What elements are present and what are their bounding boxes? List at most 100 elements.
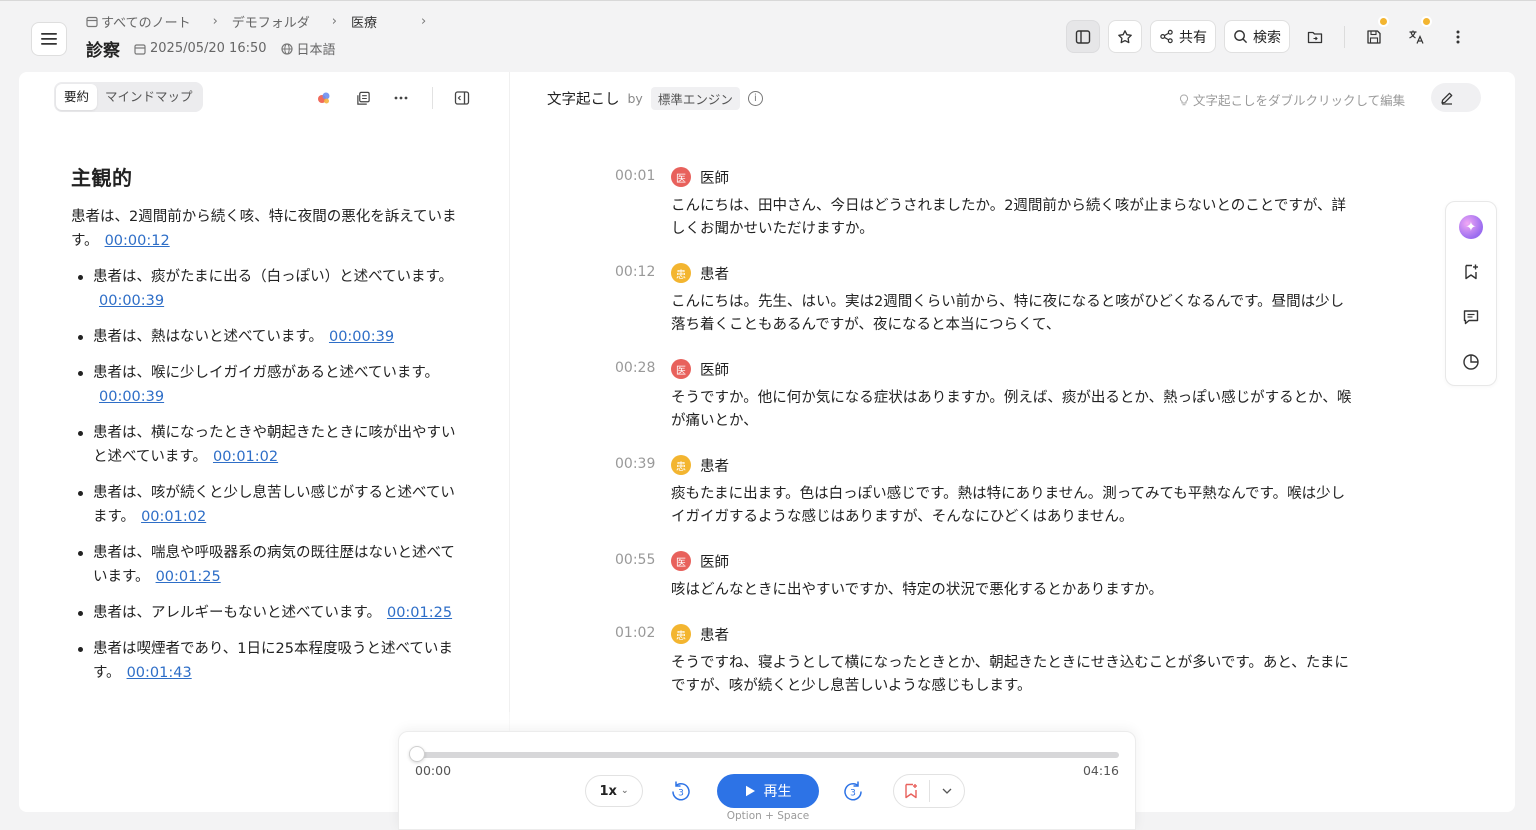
timestamp-link[interactable]: 00:01:25 <box>387 605 452 621</box>
info-icon[interactable]: i <box>747 91 763 106</box>
skip-back-button[interactable]: 3 <box>669 779 693 803</box>
speed-selector[interactable]: 1x ⌄ <box>585 775 643 807</box>
ai-assistant-button[interactable]: ✦ <box>1459 215 1483 239</box>
page-title[interactable]: 診察 <box>86 36 120 61</box>
chevron-right-icon: › <box>212 14 218 29</box>
speaker-name[interactable]: 患者 <box>700 624 729 645</box>
patient-avatar: 患 <box>671 455 691 475</box>
transcript-entry[interactable]: 00:55 医医師 咳はどんなときに出やすいですか、特定の状況で悪化するとかあり… <box>615 550 1355 602</box>
more-options-button[interactable] <box>1442 20 1474 53</box>
favorite-button[interactable] <box>1108 20 1142 53</box>
menu-button[interactable] <box>31 22 67 56</box>
note-language[interactable]: 日本語 <box>280 39 336 58</box>
more-horizontal-icon <box>394 96 408 100</box>
engine-badge[interactable]: 標準エンジン <box>650 87 740 110</box>
speaker-name[interactable]: 医師 <box>700 167 729 188</box>
chevron-right-icon: › <box>421 14 427 29</box>
summary-panel: 要約 マインドマップ 主観的 患者は、2週間前から続く咳、特に夜間の悪化を訴えて… <box>19 72 510 812</box>
copy-button[interactable] <box>352 87 374 109</box>
progress-track[interactable] <box>421 752 1119 758</box>
edit-toggle[interactable] <box>1431 83 1481 112</box>
utterance-text[interactable]: こんにちは。先生、はい。実は2週間くらい前から、特に夜になると咳がひどくなるんで… <box>671 291 1355 337</box>
entry-time[interactable]: 00:28 <box>615 360 655 376</box>
sparkle-icon: ✦ <box>1459 215 1483 239</box>
share-button[interactable]: 共有 <box>1150 20 1216 53</box>
edit-hint: 文字起こしをダブルクリックして編集 <box>1179 90 1405 109</box>
analytics-button[interactable] <box>1459 350 1483 374</box>
bookmark-dropdown-button[interactable] <box>930 788 965 794</box>
timestamp-link[interactable]: 00:00:39 <box>99 389 164 405</box>
entry-time[interactable]: 00:12 <box>615 264 655 280</box>
save-button[interactable] <box>1357 16 1391 53</box>
utterance-text[interactable]: こんにちは、田中さん、今日はどうされましたか。2週間前から続く咳が止まらないとの… <box>671 195 1355 241</box>
panel-divider <box>432 87 433 109</box>
timestamp-link[interactable]: 00:01:02 <box>213 449 278 465</box>
transcript-entry[interactable]: 01:02 患患者 そうですね、寝ようとして横になったときとか、朝起きたときにせ… <box>615 623 1355 698</box>
entry-time[interactable]: 00:39 <box>615 456 655 472</box>
svg-text:3: 3 <box>678 789 684 799</box>
play-button[interactable]: 再生 <box>717 774 819 808</box>
chevron-down-icon <box>942 788 952 794</box>
timestamp-link[interactable]: 00:01:43 <box>127 665 192 681</box>
star-icon <box>1118 29 1132 43</box>
utterance-text[interactable]: 咳はどんなときに出やすいですか、特定の状況で悪化するとかありますか。 <box>671 579 1355 602</box>
color-palette-button[interactable] <box>313 87 335 109</box>
transcript-header: 文字起こし by 標準エンジン i <box>547 87 763 110</box>
comments-button[interactable] <box>1459 305 1483 329</box>
speaker-name[interactable]: 患者 <box>700 455 729 476</box>
timestamp-link[interactable]: 00:01:02 <box>141 509 206 525</box>
tab-mindmap[interactable]: マインドマップ <box>97 84 201 110</box>
entry-time[interactable]: 01:02 <box>615 625 655 641</box>
speaker-name[interactable]: 医師 <box>700 551 729 572</box>
patient-avatar: 患 <box>671 624 691 644</box>
panel-more-button[interactable] <box>390 87 412 109</box>
bookmark-button[interactable] <box>894 783 929 799</box>
speaker-name[interactable]: 医師 <box>700 359 729 380</box>
entry-time[interactable]: 00:55 <box>615 552 655 568</box>
list-item: 患者は、熱はないと述べています。 00:00:39 <box>71 325 466 349</box>
search-button[interactable]: 検索 <box>1224 20 1290 53</box>
layout-toggle-button[interactable] <box>1066 20 1100 53</box>
note-datetime: 2025/05/20 16:50 <box>134 41 267 56</box>
progress-handle[interactable] <box>409 746 425 762</box>
tab-summary[interactable]: 要約 <box>56 84 98 110</box>
breadcrumb-all-notes[interactable]: すべてのノート <box>86 12 191 31</box>
timestamp-link[interactable]: 00:00:12 <box>105 233 170 249</box>
svg-text:3: 3 <box>850 789 856 799</box>
utterance-text[interactable]: 痰もたまに出ます。色は白っぽい感じです。熱は特にありません。測ってみても平熱なん… <box>671 483 1355 529</box>
move-folder-button[interactable] <box>1298 20 1332 53</box>
search-icon <box>1234 30 1248 44</box>
translate-button[interactable] <box>1399 16 1434 53</box>
side-rail: ✦ <box>1445 201 1497 386</box>
breadcrumb-demo-folder[interactable]: デモフォルダ <box>232 12 310 31</box>
transcript-entry[interactable]: 00:12 患患者 こんにちは。先生、はい。実は2週間くらい前から、特に夜になる… <box>615 262 1355 337</box>
skip-forward-button[interactable]: 3 <box>841 779 865 803</box>
total-duration: 04:16 <box>1082 763 1119 778</box>
utterance-text[interactable]: そうですね、寝ようとして横になったときとか、朝起きたときにせき込むことが多いです… <box>671 652 1355 698</box>
bookmark-icon <box>905 783 918 799</box>
bookmark-control <box>893 774 965 808</box>
notification-badge <box>1421 16 1432 27</box>
timestamp-link[interactable]: 00:00:39 <box>329 329 394 345</box>
add-bookmark-button[interactable] <box>1459 260 1483 284</box>
doctor-avatar: 医 <box>671 551 691 571</box>
timestamp-link[interactable]: 00:01:25 <box>156 569 221 585</box>
main-card: 要約 マインドマップ 主観的 患者は、2週間前から続く咳、特に夜間の悪化を訴えて… <box>19 72 1515 812</box>
breadcrumb-medical[interactable]: 医療 <box>351 12 399 31</box>
collapse-panel-icon <box>454 91 470 105</box>
rewind-icon: 3 <box>672 781 690 801</box>
transcript-by: by <box>627 91 643 106</box>
transcript-entry[interactable]: 00:28 医医師 そうですか。他に何か気になる症状はありますか。例えば、痰が出… <box>615 358 1355 433</box>
timestamp-link[interactable]: 00:00:39 <box>99 293 164 309</box>
list-item: 患者は、アレルギーもないと述べています。 00:01:25 <box>71 601 466 625</box>
bookmark-plus-icon <box>1465 264 1478 280</box>
speaker-name[interactable]: 患者 <box>700 263 729 284</box>
transcript-entry[interactable]: 00:01 医医師 こんにちは、田中さん、今日はどうされましたか。2週間前から続… <box>615 166 1355 241</box>
copy-icon <box>356 91 370 105</box>
transcript-entry[interactable]: 00:39 患患者 痰もたまに出ます。色は白っぽい感じです。熱は特にありません。… <box>615 454 1355 529</box>
entry-time[interactable]: 00:01 <box>615 168 655 184</box>
collapse-panel-button[interactable] <box>451 87 473 109</box>
utterance-text[interactable]: そうですか。他に何か気になる症状はありますか。例えば、痰が出るとか、熱っぽい感じ… <box>671 387 1355 433</box>
pencil-icon <box>1441 92 1453 105</box>
toolbar-divider <box>1344 25 1345 48</box>
